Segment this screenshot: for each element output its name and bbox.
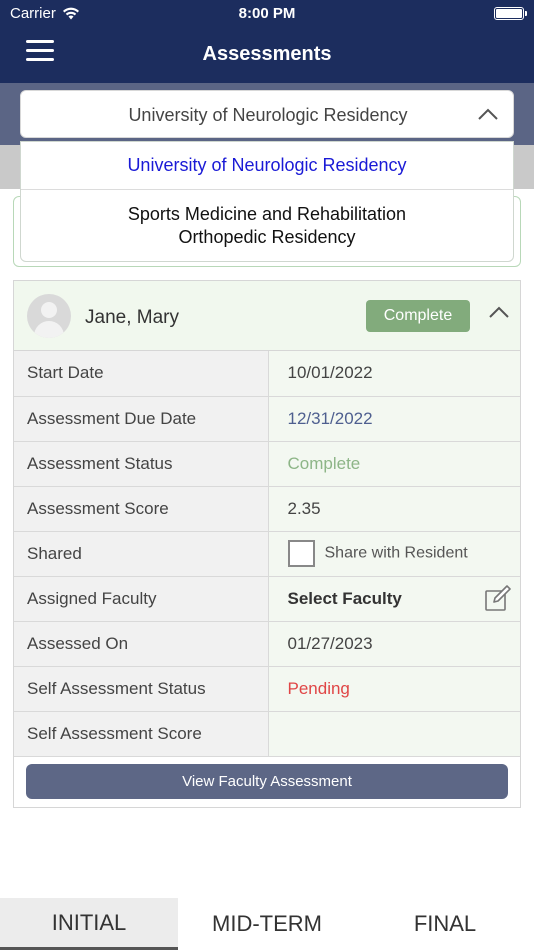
table-row: Assigned Faculty Select Faculty: [14, 576, 520, 622]
status-time: 8:00 PM: [238, 5, 296, 22]
share-cell: Share with Resident: [268, 531, 520, 577]
resident-name: Jane, Mary: [85, 307, 179, 328]
table-row: Assessment Due Date 12/31/2022: [14, 396, 520, 442]
table-row: Self Assessment Score: [14, 711, 520, 757]
tab-mid-term[interactable]: MID-TERM: [178, 898, 356, 950]
program-option-line: Orthopedic Residency: [178, 227, 356, 247]
table-row: Assessment Score 2.35: [14, 486, 520, 532]
edit-icon[interactable]: [484, 584, 512, 613]
share-with-resident-label: Share with Resident: [324, 544, 468, 562]
assessment-score-value: 2.35: [268, 486, 520, 532]
start-date-value: 10/01/2022: [268, 351, 520, 397]
program-select[interactable]: University of Neurologic Residency: [20, 90, 514, 138]
assessment-period-tabs: INITIAL MID-TERM FINAL: [0, 898, 534, 950]
program-select-value: University of Neurologic Residency: [128, 105, 408, 125]
self-assessment-score-value: [268, 711, 520, 757]
table-row: Start Date 10/01/2022: [14, 351, 520, 397]
assessed-on-value: 01/27/2023: [268, 621, 520, 667]
table-row: Assessed On 01/27/2023: [14, 621, 520, 667]
tab-final[interactable]: FINAL: [356, 898, 534, 950]
row-label: Assessed On: [14, 621, 269, 667]
page-title: Assessments: [202, 43, 332, 65]
status-badge: Complete: [366, 300, 470, 332]
resident-card-header[interactable]: Jane, Mary Complete: [14, 281, 520, 351]
table-row: Self Assessment Status Pending: [14, 666, 520, 712]
chevron-up-icon: [478, 108, 498, 120]
row-label: Self Assessment Status: [14, 666, 269, 712]
view-faculty-assessment-button[interactable]: View Faculty Assessment: [26, 764, 508, 799]
row-label: Start Date: [14, 351, 269, 397]
self-assessment-status-value: Pending: [268, 666, 520, 712]
row-label: Assessment Due Date: [14, 396, 269, 442]
table-row: Assessment Status Complete: [14, 441, 520, 487]
select-faculty-link[interactable]: Select Faculty: [288, 589, 402, 608]
resident-assessment-card: Jane, Mary Complete Start Date 10/01/202…: [13, 280, 521, 808]
row-label: Self Assessment Score: [14, 711, 269, 757]
status-bar: Carrier 8:00 PM: [0, 0, 534, 28]
assigned-faculty-cell: Select Faculty: [268, 576, 520, 622]
program-dropdown-menu: University of Neurologic Residency Sport…: [20, 141, 514, 262]
due-date-value: 12/31/2022: [268, 396, 520, 442]
app-header: Carrier 8:00 PM Assessments: [0, 0, 534, 83]
assessment-status-value: Complete: [268, 441, 520, 487]
tab-initial[interactable]: INITIAL: [0, 898, 178, 950]
assessment-details-table: Start Date 10/01/2022 Assessment Due Dat…: [14, 351, 520, 757]
row-label: Assessment Score: [14, 486, 269, 532]
program-option-neurologic[interactable]: University of Neurologic Residency: [21, 142, 513, 190]
row-label: Shared: [14, 531, 269, 577]
avatar: [27, 294, 71, 338]
row-label: Assessment Status: [14, 441, 269, 487]
share-with-resident-checkbox[interactable]: [287, 540, 315, 567]
table-row: Shared Share with Resident: [14, 531, 520, 577]
row-label: Assigned Faculty: [14, 576, 269, 622]
battery-icon: [494, 7, 527, 20]
program-option-line: Sports Medicine and Rehabilitation: [127, 204, 407, 224]
chevron-up-icon[interactable]: [488, 305, 510, 319]
program-option-sports-medicine[interactable]: Sports Medicine and Rehabilitation Ortho…: [21, 190, 513, 262]
